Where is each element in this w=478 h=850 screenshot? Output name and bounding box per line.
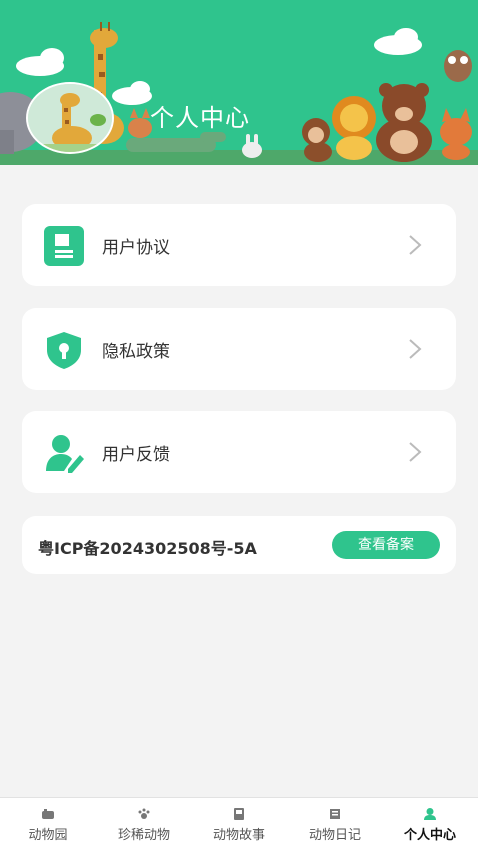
avatar[interactable] (26, 82, 114, 154)
icp-record-card: 粤ICP备2024302508号-5A 查看备案 (22, 516, 456, 574)
tab-rare-animals-label: 珍稀动物 (117, 828, 170, 843)
tab-animal-stories[interactable]: 动物故事 (191, 798, 287, 850)
tab-profile-label: 个人中心 (403, 828, 456, 843)
user-edit-icon (44, 433, 84, 473)
tab-rare-animals[interactable]: 珍稀动物 (96, 798, 192, 850)
privacy-policy-item[interactable]: 隐私政策 (22, 308, 456, 390)
tab-animal-diary[interactable]: 动物日记 (287, 798, 383, 850)
chevron-right-icon (408, 234, 422, 256)
page-title: 个人中心 (150, 104, 250, 132)
view-record-button[interactable]: 查看备案 (332, 531, 440, 559)
icp-number: 粤ICP备2024302508号-5A (38, 539, 257, 558)
user-feedback-item[interactable]: 用户反馈 (22, 411, 456, 493)
user-agreement-label: 用户协议 (102, 238, 170, 258)
shield-lock-icon (44, 330, 84, 370)
person-icon (424, 808, 436, 820)
tab-animal-stories-label: 动物故事 (212, 828, 265, 843)
diary-icon (330, 809, 340, 819)
zoo-icon (42, 809, 54, 819)
tab-zoo[interactable]: 动物园 (0, 798, 96, 850)
paw-icon (138, 808, 150, 819)
privacy-policy-label: 隐私政策 (102, 342, 170, 362)
bottom-tab-bar: 动物园 珍稀动物 动物故事 动物日记 个人中心 (0, 797, 478, 850)
document-icon (44, 226, 84, 266)
tab-zoo-label: 动物园 (28, 828, 68, 843)
chevron-right-icon (408, 338, 422, 360)
chevron-right-icon (408, 441, 422, 463)
user-feedback-label: 用户反馈 (102, 445, 170, 465)
book-icon (234, 808, 244, 820)
tab-profile[interactable]: 个人中心 (382, 798, 478, 850)
tab-animal-diary-label: 动物日记 (308, 828, 361, 843)
profile-header-banner: 个人中心 (0, 0, 478, 165)
user-agreement-item[interactable]: 用户协议 (22, 204, 456, 286)
